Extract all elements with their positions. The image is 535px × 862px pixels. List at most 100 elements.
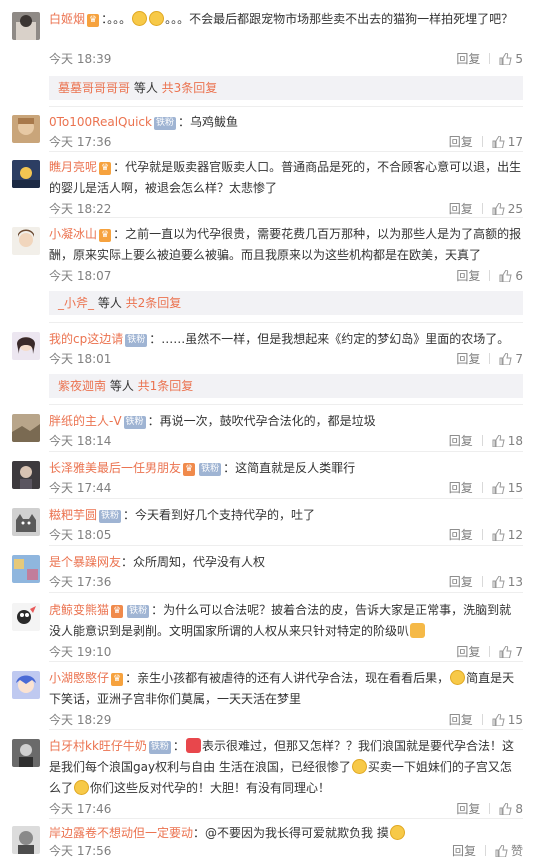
like-count: 赞 bbox=[510, 844, 523, 858]
comment-text: 岸边露卷不想动但一定要动：@不要因为我长得可爱就欺负我 摸 bbox=[49, 823, 523, 844]
comment-content: ：。。。 bbox=[101, 12, 132, 26]
comment-meta: 今天 17:44 回复 15 bbox=[49, 479, 523, 495]
reply-button[interactable]: 回复 bbox=[456, 802, 480, 816]
divider bbox=[481, 482, 483, 493]
like-button[interactable]: 赞 bbox=[495, 844, 523, 858]
reply-button[interactable]: 回复 bbox=[452, 844, 476, 858]
avatar[interactable] bbox=[12, 671, 40, 699]
like-button[interactable]: 17 bbox=[492, 135, 523, 149]
thumb-up-icon bbox=[495, 845, 508, 857]
username-link[interactable]: 是个暴躁网友 bbox=[49, 555, 121, 569]
sub-reply-more-link[interactable]: 共3条回复 bbox=[162, 81, 218, 95]
comment-time: 今天 17:36 bbox=[49, 575, 112, 589]
username-link[interactable]: 胖纸的主人-V bbox=[49, 414, 122, 428]
avatar[interactable] bbox=[12, 739, 40, 767]
thumb-up-icon bbox=[499, 646, 512, 658]
username-link[interactable]: 我的cp这边请 bbox=[49, 332, 123, 346]
sub-reply-user[interactable]: _小斧_ bbox=[58, 296, 94, 310]
username-link[interactable]: 0To100RealQuick bbox=[49, 115, 152, 129]
comment-content: ： bbox=[172, 739, 185, 753]
avatar[interactable] bbox=[12, 508, 40, 536]
comment-time: 今天 17:46 bbox=[49, 802, 112, 816]
username-link[interactable]: 白牙村kk旺仔牛奶 bbox=[49, 739, 147, 753]
smile-emoji-icon bbox=[132, 11, 148, 26]
username-link[interactable]: 白姬烟 bbox=[49, 12, 85, 26]
reply-button[interactable]: 回复 bbox=[449, 481, 473, 495]
comment-text: 糍粑芋圆 铁粉 ：今天看到好几个支持代孕的，吐了 bbox=[49, 505, 523, 526]
comment-text: 虎鲸变熊猫 ♛ 铁粉 ：为什么可以合法呢？披着合法的皮，告诉大家是正常事，洗脑到就没人… bbox=[49, 600, 523, 642]
reply-button[interactable]: 回复 bbox=[449, 434, 473, 448]
reply-button[interactable]: 回复 bbox=[449, 713, 473, 727]
comment-text: 胖纸的主人-V 铁粉 ：再说一次，鼓吹代孕合法化的，都是垃圾 bbox=[49, 411, 523, 432]
like-button[interactable]: 25 bbox=[492, 202, 523, 216]
divider bbox=[49, 404, 523, 405]
like-button[interactable]: 15 bbox=[492, 713, 523, 727]
like-button[interactable]: 5 bbox=[499, 52, 523, 66]
iron-fan-badge: 铁粉 bbox=[148, 741, 171, 754]
sub-reply-label: 等人 bbox=[94, 296, 126, 310]
avatar[interactable] bbox=[12, 555, 40, 583]
divider bbox=[481, 714, 483, 725]
thumb-up-icon bbox=[492, 714, 505, 726]
sub-reply-label: 等人 bbox=[106, 379, 138, 393]
sub-reply-more-link[interactable]: 共1条回复 bbox=[138, 379, 194, 393]
avatar[interactable] bbox=[12, 160, 40, 188]
like-button[interactable]: 15 bbox=[492, 481, 523, 495]
like-count: 8 bbox=[515, 802, 523, 816]
sub-replies-bar[interactable]: 紫夜迦南 等人 共1条回复 bbox=[49, 374, 523, 398]
username-link[interactable]: 长泽雅美最后一任男朋友 bbox=[49, 461, 181, 475]
username-link[interactable]: 糍粑芋圆 bbox=[49, 508, 97, 522]
reply-button[interactable]: 回复 bbox=[449, 575, 473, 589]
username-link[interactable]: 岸边露卷不想动但一定要动 bbox=[49, 826, 193, 840]
comment-meta: 今天 17:36 回复 13 bbox=[49, 573, 523, 589]
crown-icon: ♛ bbox=[87, 14, 100, 27]
sub-replies-bar[interactable]: _小斧_ 等人 共2条回复 bbox=[49, 291, 523, 315]
sub-reply-user[interactable]: 墓墓哥哥哥哥 bbox=[58, 81, 130, 95]
sub-replies-bar[interactable]: 墓墓哥哥哥哥 等人 共3条回复 bbox=[49, 76, 523, 100]
iron-fan-badge: 铁粉 bbox=[125, 334, 148, 347]
like-button[interactable]: 18 bbox=[492, 434, 523, 448]
like-button[interactable]: 8 bbox=[499, 802, 523, 816]
avatar[interactable] bbox=[12, 227, 40, 255]
reply-button[interactable]: 回复 bbox=[449, 528, 473, 542]
like-count: 15 bbox=[507, 713, 523, 727]
reply-button[interactable]: 回复 bbox=[456, 52, 480, 66]
divider bbox=[481, 136, 483, 147]
reply-button[interactable]: 回复 bbox=[456, 352, 480, 366]
comment-text: 0To100RealQuick 铁粉 ：乌鸡鲅鱼 bbox=[49, 112, 523, 133]
like-button[interactable]: 6 bbox=[499, 269, 523, 283]
comment-content: ：今天看到好几个支持代孕的，吐了 bbox=[123, 508, 316, 522]
avatar[interactable] bbox=[12, 12, 40, 40]
like-button[interactable]: 12 bbox=[492, 528, 523, 542]
thumb-up-icon bbox=[492, 136, 505, 148]
username-link[interactable]: 瞧月亮呢 bbox=[49, 160, 97, 174]
comment-content: ：之前一直以为代孕很贵，需要花费几百万那种，以为那些人是为了高额的报酬，原来实际… bbox=[49, 227, 522, 262]
username-link[interactable]: 小凝冰山 bbox=[49, 227, 97, 241]
thumb-up-icon bbox=[499, 53, 512, 65]
comment-content: ：这简直就是反人类罪行 bbox=[223, 461, 356, 475]
avatar[interactable] bbox=[12, 332, 40, 360]
thumb-up-icon bbox=[499, 270, 512, 282]
like-button[interactable]: 7 bbox=[499, 352, 523, 366]
reply-button[interactable]: 回复 bbox=[456, 269, 480, 283]
avatar[interactable] bbox=[12, 115, 40, 143]
comment-text: 白牙村kk旺仔牛奶 铁粉：表示很难过，但那又怎样？？我们浪国就是要代孕合法！这是我… bbox=[49, 736, 523, 799]
wink-emoji-icon bbox=[389, 825, 405, 840]
username-link[interactable]: 虎鲸变熊猫 bbox=[49, 603, 109, 617]
reply-button[interactable]: 回复 bbox=[456, 645, 480, 659]
reply-button[interactable]: 回复 bbox=[449, 135, 473, 149]
username-link[interactable]: 小湖愍愍仔 bbox=[49, 671, 109, 685]
sub-reply-more-link[interactable]: 共2条回复 bbox=[126, 296, 182, 310]
avatar[interactable] bbox=[12, 414, 40, 442]
sub-reply-user[interactable]: 紫夜迦南 bbox=[58, 379, 106, 393]
avatar[interactable] bbox=[12, 826, 40, 854]
divider bbox=[489, 646, 491, 657]
divider bbox=[49, 545, 523, 546]
reply-button[interactable]: 回复 bbox=[449, 202, 473, 216]
like-button[interactable]: 13 bbox=[492, 575, 523, 589]
like-button[interactable]: 7 bbox=[499, 645, 523, 659]
comment-time: 今天 17:44 bbox=[49, 481, 112, 495]
comment-text: 小湖愍愍仔 ♛ ：亲生小孩都有被虐待的还有人讲代孕合法，现在看看后果， 简直是天下笑话… bbox=[49, 668, 523, 710]
avatar[interactable] bbox=[12, 603, 40, 631]
avatar[interactable] bbox=[12, 461, 40, 489]
